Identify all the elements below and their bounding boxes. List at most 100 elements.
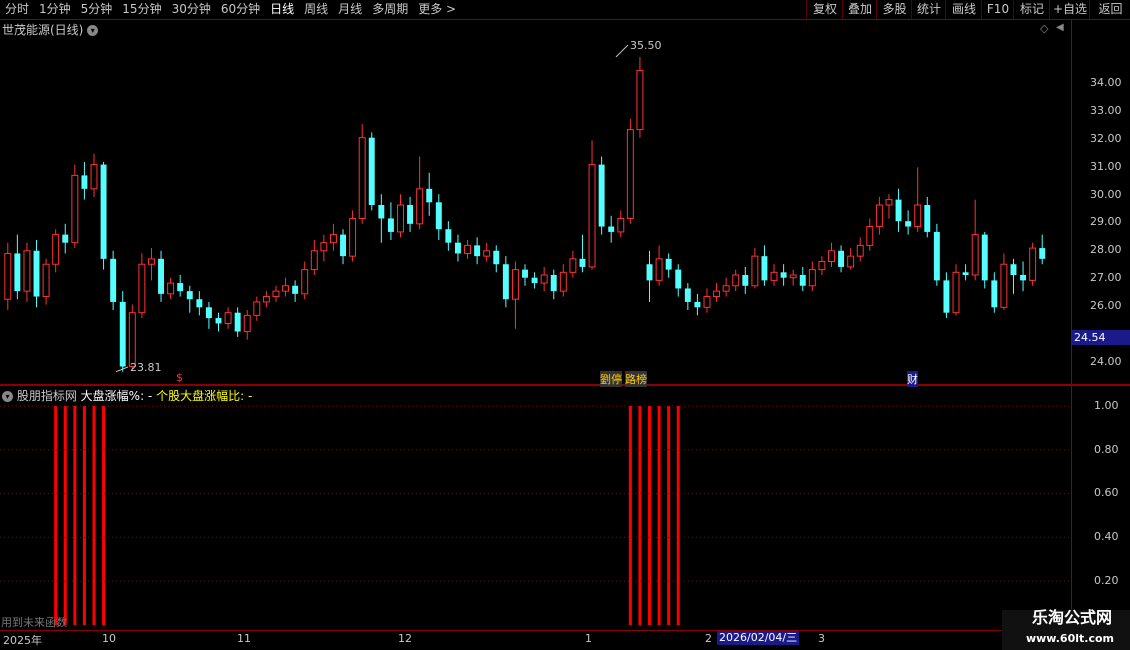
candle-body[interactable] xyxy=(397,204,404,233)
candle-body[interactable] xyxy=(282,285,290,292)
candle-body[interactable] xyxy=(4,252,12,300)
event-marker-finance[interactable]: 财 xyxy=(907,371,918,387)
candle-body[interactable] xyxy=(617,217,625,233)
candle-body[interactable] xyxy=(847,255,855,268)
indicator-name[interactable]: 股朋指标网 xyxy=(17,389,77,403)
candle-body[interactable] xyxy=(761,256,768,281)
candle-body[interactable] xyxy=(483,250,491,257)
panel-separator[interactable] xyxy=(0,384,1130,386)
candle-body[interactable] xyxy=(1039,248,1046,259)
candle-body[interactable] xyxy=(147,258,155,265)
candle-body[interactable] xyxy=(962,272,969,275)
candle-body[interactable] xyxy=(943,280,950,313)
candle-body[interactable] xyxy=(665,258,672,270)
candle-body[interactable] xyxy=(502,264,509,300)
candle-body[interactable] xyxy=(608,226,615,232)
candle-body[interactable] xyxy=(407,205,414,224)
candle-body[interactable] xyxy=(177,283,184,292)
candle-body[interactable] xyxy=(838,250,845,267)
candle-body[interactable] xyxy=(119,301,126,367)
candle-body[interactable] xyxy=(531,277,538,284)
candle-body[interactable] xyxy=(378,205,385,219)
candle-body[interactable] xyxy=(292,285,299,294)
candle-body[interactable] xyxy=(454,242,461,254)
candle-body[interactable] xyxy=(42,263,50,298)
candle-body[interactable] xyxy=(128,312,136,368)
candle-body[interactable] xyxy=(234,312,241,332)
candle-body[interactable] xyxy=(81,175,88,189)
candle-body[interactable] xyxy=(742,275,749,286)
candle-body[interactable] xyxy=(320,242,328,252)
candle-body[interactable] xyxy=(550,275,557,292)
candle-body[interactable] xyxy=(895,199,902,222)
candle-body[interactable] xyxy=(33,250,40,297)
candle-body[interactable] xyxy=(493,250,500,265)
candle-body[interactable] xyxy=(215,318,222,324)
candle-body[interactable] xyxy=(789,274,797,279)
candle-body[interactable] xyxy=(243,314,251,333)
candle-body[interactable] xyxy=(100,164,107,259)
candle-body[interactable] xyxy=(71,174,79,244)
candle-body[interactable] xyxy=(511,269,519,300)
candle-body[interactable] xyxy=(694,301,701,308)
candle-body[interactable] xyxy=(770,271,778,281)
candle-body[interactable] xyxy=(435,202,442,230)
candle-body[interactable] xyxy=(655,258,663,281)
candle-body[interactable] xyxy=(732,274,740,287)
candle-body[interactable] xyxy=(952,271,960,314)
candle-body[interactable] xyxy=(205,307,212,319)
candle-body[interactable] xyxy=(875,204,883,228)
candle-body[interactable] xyxy=(1020,275,1027,281)
candle-body[interactable] xyxy=(780,272,787,278)
event-marker-list[interactable]: 路榜 xyxy=(625,371,647,387)
candle-body[interactable] xyxy=(646,264,653,281)
candle-body[interactable] xyxy=(866,226,874,246)
candle-body[interactable] xyxy=(186,291,193,300)
candle-body[interactable] xyxy=(569,258,577,273)
candle-body[interactable] xyxy=(310,250,318,271)
candle-body[interactable] xyxy=(340,234,346,257)
candle-body[interactable] xyxy=(914,204,922,228)
candle-body[interactable] xyxy=(991,280,998,308)
candle-body[interactable] xyxy=(90,164,98,190)
candle-body[interactable] xyxy=(464,244,472,254)
candle-body[interactable] xyxy=(579,258,586,267)
candle-body[interactable] xyxy=(445,229,452,243)
candle-body[interactable] xyxy=(905,221,912,227)
candle-body[interactable] xyxy=(138,263,146,314)
candle-body[interactable] xyxy=(110,258,117,302)
candle-body[interactable] xyxy=(224,312,232,324)
candle-body[interactable] xyxy=(856,244,864,257)
event-marker-dollar[interactable]: $ xyxy=(176,371,183,384)
candle-body[interactable] xyxy=(588,164,596,268)
candle-body[interactable] xyxy=(52,234,60,265)
candle-body[interactable] xyxy=(675,269,682,289)
chevron-down-icon[interactable]: ▾ xyxy=(2,391,13,402)
candle-body[interactable] xyxy=(474,245,481,257)
candle-body[interactable] xyxy=(167,282,175,295)
candle-body[interactable] xyxy=(808,269,816,287)
event-marker-limit[interactable]: 劉停 xyxy=(600,371,622,387)
candle-body[interactable] xyxy=(301,269,309,295)
candle-body[interactable] xyxy=(349,217,357,257)
candle-body[interactable] xyxy=(971,234,979,276)
candle-body[interactable] xyxy=(23,250,31,292)
candle-body[interactable] xyxy=(416,188,424,225)
candle-body[interactable] xyxy=(358,137,366,219)
candle-body[interactable] xyxy=(368,137,375,205)
candle-body[interactable] xyxy=(981,234,988,281)
candle-body[interactable] xyxy=(1000,263,1008,308)
candle-body[interactable] xyxy=(253,301,261,316)
candle-body[interactable] xyxy=(14,253,21,292)
candle-body[interactable] xyxy=(703,296,711,308)
candle-body[interactable] xyxy=(598,164,605,227)
candle-body[interactable] xyxy=(722,285,730,292)
candle-body[interactable] xyxy=(818,261,826,271)
candle-body[interactable] xyxy=(262,296,270,303)
candle-body[interactable] xyxy=(713,290,721,298)
candle-body[interactable] xyxy=(522,269,528,278)
candle-body[interactable] xyxy=(329,234,337,244)
candle-body[interactable] xyxy=(684,288,691,302)
candle-body[interactable] xyxy=(626,129,634,219)
candle-body[interactable] xyxy=(1010,264,1017,275)
